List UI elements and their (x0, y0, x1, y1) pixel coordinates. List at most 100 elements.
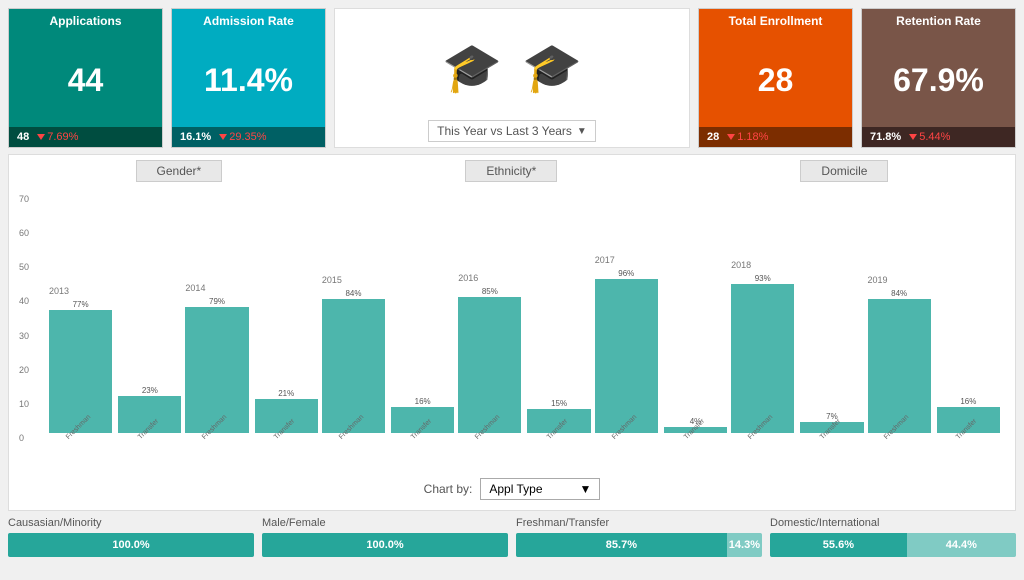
bar-item: 84%Freshman (868, 289, 931, 443)
bar-pct-label: 79% (209, 297, 225, 306)
chart-by-value: Appl Type (489, 482, 542, 496)
bar-chart: 010203040506070 201377%Freshman23%Transf… (14, 184, 1010, 473)
applications-label: Applications (9, 9, 162, 33)
bar-pct-label: 96% (618, 269, 634, 278)
bar-item: 85%Freshman (458, 287, 521, 443)
y-axis-label: 30 (19, 331, 29, 341)
bar-item: 77%Freshman (49, 300, 112, 443)
y-axis: 010203040506070 (19, 194, 29, 443)
progress-label: Male/Female (262, 517, 508, 529)
graduation-icons: 🎓 🎓 (442, 14, 582, 120)
kpi-enrollment: Total Enrollment 28 28 1.18% (698, 8, 853, 148)
progress-bar-fill: 85.7% (516, 533, 727, 557)
center-panel: 🎓 🎓 This Year vs Last 3 Years ▼ (334, 8, 690, 148)
year-selector-arrow: ▼ (577, 126, 587, 137)
year-group: 201984%Freshman16%Transfer (868, 275, 1000, 443)
bar-fill (49, 310, 112, 433)
bar-pct-label: 16% (960, 397, 976, 406)
y-axis-label: 60 (19, 228, 29, 238)
chart-by-select[interactable]: Appl Type ▼ (480, 478, 600, 500)
admission-label: Admission Rate (172, 9, 325, 33)
chart-header-domicile: Domicile (800, 160, 888, 182)
year-selector[interactable]: This Year vs Last 3 Years ▼ (428, 120, 596, 142)
y-axis-label: 0 (19, 433, 29, 443)
y-axis-label: 50 (19, 262, 29, 272)
progress-bar-fill: 44.4% (907, 533, 1016, 557)
year-groups: 201377%Freshman23%Transfer201479%Freshma… (49, 255, 1000, 443)
bar-item: 21%Transfer (255, 389, 318, 443)
progress-card: Male/Female 100.0% (262, 517, 508, 572)
bars-container: 93%Freshman7%Transfer (731, 274, 863, 443)
bar-item: 7%Transfer (800, 412, 863, 443)
retention-label: Retention Rate (862, 9, 1015, 33)
year-group: 2014 79%Freshman21%Transfer (185, 283, 317, 443)
bars-container: 84%Freshman16%Transfer (322, 289, 454, 443)
enrollment-label: Total Enrollment (699, 9, 852, 33)
year-group: 2017 96%Freshman4%Transfer (595, 255, 727, 443)
chart-by-row: Chart by: Appl Type ▼ (14, 473, 1010, 505)
retention-trend-icon (909, 134, 917, 140)
applications-footer: 48 7.69% (9, 127, 162, 147)
grad-icon-female: 🎓 (442, 39, 502, 96)
bar-item: 4%Transfer (664, 417, 727, 443)
bar-pct-label: 23% (142, 386, 158, 395)
admission-prev: 16.1% (180, 131, 211, 143)
progress-bar-fill: 100.0% (8, 533, 254, 557)
applications-trend-icon (37, 134, 45, 140)
retention-change: 5.44% (909, 131, 950, 143)
bar-item: 79%Freshman (185, 297, 248, 443)
bars-container: 85%Freshman15%Transfer (458, 287, 590, 443)
year-group: 201377%Freshman23%Transfer (49, 286, 181, 443)
progress-bar-container: 85.7%14.3% (516, 533, 762, 557)
bar-pct-label: 84% (345, 289, 361, 298)
bottom-row: Causasian/Minority 100.0% Male/Female 100.0… (8, 517, 1016, 572)
year-label: 2014 (185, 283, 205, 293)
chart-by-label: Chart by: (424, 482, 473, 496)
progress-card: Freshman/Transfer 85.7%14.3% (516, 517, 762, 572)
year-group: 201584%Freshman16%Transfer (322, 275, 454, 443)
applications-change: 7.69% (37, 131, 78, 143)
applications-value: 44 (9, 33, 162, 127)
chart-header-ethnicity: Ethnicity* (465, 160, 557, 182)
admission-trend-icon (219, 134, 227, 140)
progress-bar-container: 100.0% (8, 533, 254, 557)
y-axis-label: 20 (19, 365, 29, 375)
year-group: 201893%Freshman7%Transfer (731, 260, 863, 443)
chart-by-arrow: ▼ (579, 482, 591, 496)
bar-item: 84%Freshman (322, 289, 385, 443)
year-label: 2015 (322, 275, 342, 285)
year-label: 2013 (49, 286, 69, 296)
y-axis-label: 10 (19, 399, 29, 409)
bar-item: 96%Freshman (595, 269, 658, 443)
progress-bar-fill: 14.3% (727, 533, 762, 557)
chart-section: Gender* Ethnicity* Domicile 010203040506… (8, 154, 1016, 511)
bar-pct-label: 16% (415, 397, 431, 406)
bar-item: 15%Transfer (527, 399, 590, 443)
year-group: 2016 85%Freshman15%Transfer (458, 273, 590, 443)
year-label: 2017 (595, 255, 615, 265)
kpi-admission: Admission Rate 11.4% 16.1% 29.35% (171, 8, 326, 148)
enrollment-change: 1.18% (727, 131, 768, 143)
bar-fill (322, 299, 385, 433)
bar-pct-label: 15% (551, 399, 567, 408)
bar-pct-label: 85% (482, 287, 498, 296)
admission-value: 11.4% (172, 33, 325, 127)
admission-change: 29.35% (219, 131, 266, 143)
enrollment-value: 28 (699, 33, 852, 127)
progress-label: Freshman/Transfer (516, 517, 762, 529)
bars-container: 84%Freshman16%Transfer (868, 289, 1000, 443)
enrollment-prev: 28 (707, 131, 719, 143)
bar-fill (595, 279, 658, 433)
y-axis-label: 40 (19, 296, 29, 306)
progress-bar-fill: 100.0% (262, 533, 508, 557)
bar-item: 16%Transfer (937, 397, 1000, 443)
bar-fill (868, 299, 931, 433)
bar-fill (185, 307, 248, 433)
year-label: 2016 (458, 273, 478, 283)
progress-card: Domestic/International55.6%44.4% (770, 517, 1016, 572)
progress-bar-fill: 55.6% (770, 533, 907, 557)
grad-icon-male: 🎓 (522, 39, 582, 96)
bar-pct-label: 93% (755, 274, 771, 283)
progress-label: Causasian/Minority (8, 517, 254, 529)
enrollment-footer: 28 1.18% (699, 127, 852, 147)
